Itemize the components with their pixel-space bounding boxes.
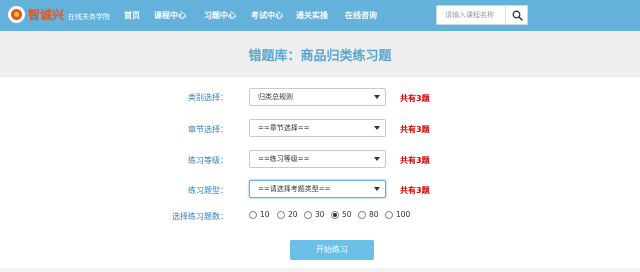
category-question-count: 共有3题 (400, 94, 430, 103)
quantity-option-label: 50 (342, 210, 352, 219)
quantity-option-label: 100 (396, 210, 411, 219)
site-logo[interactable]: 智诚兴 在线关务学院 (8, 4, 110, 26)
question-type-label: 练习题型： (188, 186, 228, 195)
logo-subtitle: 在线关务学院 (68, 13, 110, 21)
quantity-option-label: 20 (288, 210, 298, 219)
page-bottom-divider (0, 268, 640, 272)
category-label: 类别选择： (188, 93, 228, 102)
search-icon (512, 10, 523, 21)
top-navigation-bar: 智诚兴 在线关务学院 首页 课程中心 习题中心 考试中心 通关实操 在线咨询 (0, 0, 640, 31)
page-title-band: 错题库：商品归类练习题 (0, 31, 640, 77)
nav-item-exam-center[interactable]: 考试中心 (251, 0, 283, 31)
quantity-radio-20[interactable] (277, 211, 285, 219)
logo-emblem-icon (8, 6, 25, 23)
quantity-option-label: 10 (260, 210, 270, 219)
category-select[interactable]: 归类总规则 (249, 88, 386, 106)
question-type-select[interactable]: ==请选择考题类型== (249, 180, 386, 198)
nav-item-customs-practice[interactable]: 通关实操 (296, 0, 328, 31)
quantity-radio-50[interactable] (331, 211, 339, 219)
chapter-question-count: 共有3题 (400, 125, 430, 134)
quantity-option-label: 80 (369, 210, 379, 219)
level-label: 练习等级： (188, 156, 228, 165)
chapter-label: 章节选择： (188, 125, 228, 134)
level-question-count: 共有3题 (400, 156, 430, 165)
nav-item-online-consult[interactable]: 在线咨询 (345, 0, 377, 31)
nav-item-practice-center[interactable]: 习题中心 (204, 0, 236, 31)
level-select[interactable]: ==练习等级== (249, 150, 386, 168)
quantity-radio-10[interactable] (249, 211, 257, 219)
question-quantity-label: 选择练习题数： (172, 212, 228, 221)
search-button[interactable] (505, 5, 528, 25)
quantity-radio-80[interactable] (358, 211, 366, 219)
logo-name: 智诚兴 (28, 8, 65, 22)
chapter-select[interactable]: ==章节选择== (249, 119, 386, 137)
start-practice-button[interactable]: 开始练习 (290, 240, 374, 260)
nav-item-course-center[interactable]: 课程中心 (154, 0, 186, 31)
quantity-radio-100[interactable] (385, 211, 393, 219)
question-type-question-count: 共有3题 (400, 186, 430, 195)
nav-item-home[interactable]: 首页 (124, 0, 140, 31)
quantity-radio-30[interactable] (304, 211, 312, 219)
page-title: 错题库：商品归类练习题 (248, 49, 392, 64)
quantity-option-label: 30 (315, 210, 325, 219)
